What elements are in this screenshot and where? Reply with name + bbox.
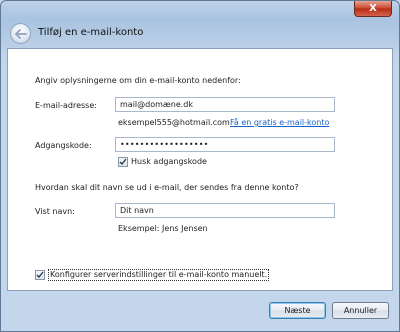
dialog-title: Tilføj en e-mail-konto [38, 27, 144, 38]
close-button[interactable]: X [354, 1, 392, 17]
email-label: E-mail-adresse: [35, 101, 97, 110]
display-name-example: Eksempel: Jens Jensen [118, 224, 208, 233]
manual-config-row[interactable]: Konfigurer serverindstillinger til e-mai… [35, 269, 270, 281]
checkmark-icon [36, 271, 44, 279]
password-label: Adgangskode: [35, 141, 92, 150]
dialog-window: X Tilføj en e-mail-konto Angiv oplysning… [0, 0, 400, 332]
free-account-link[interactable]: Få en gratis e-mail-konto [230, 118, 329, 128]
dialog-content: Angiv oplysningerne om din e-mail-konto … [7, 48, 393, 291]
email-example-text: eksempel555@hotmail.com [118, 118, 230, 127]
display-name-question: Hvordan skal dit navn se ud i e-mail, de… [35, 183, 299, 192]
close-icon: X [369, 2, 377, 14]
intro-text: Angiv oplysningerne om din e-mail-konto … [35, 76, 241, 85]
cancel-button[interactable]: Annuller [332, 302, 389, 319]
remember-password-label: Husk adgangskode [131, 157, 207, 166]
manual-config-label: Konfigurer serverindstillinger til e-mai… [48, 269, 270, 281]
dialog-header: Tilføj en e-mail-konto [7, 21, 393, 47]
display-name-label: Vist navn: [35, 207, 75, 216]
back-button[interactable] [10, 23, 31, 44]
checkmark-icon [119, 158, 127, 166]
display-name-field[interactable] [115, 203, 335, 218]
remember-password-row[interactable]: Husk adgangskode [118, 157, 207, 167]
manual-config-checkbox[interactable] [35, 270, 45, 280]
back-arrow-icon [14, 28, 27, 39]
email-field[interactable] [115, 97, 335, 112]
remember-password-checkbox[interactable] [118, 157, 128, 167]
next-button[interactable]: Næste [269, 302, 326, 319]
password-field[interactable] [115, 137, 335, 152]
